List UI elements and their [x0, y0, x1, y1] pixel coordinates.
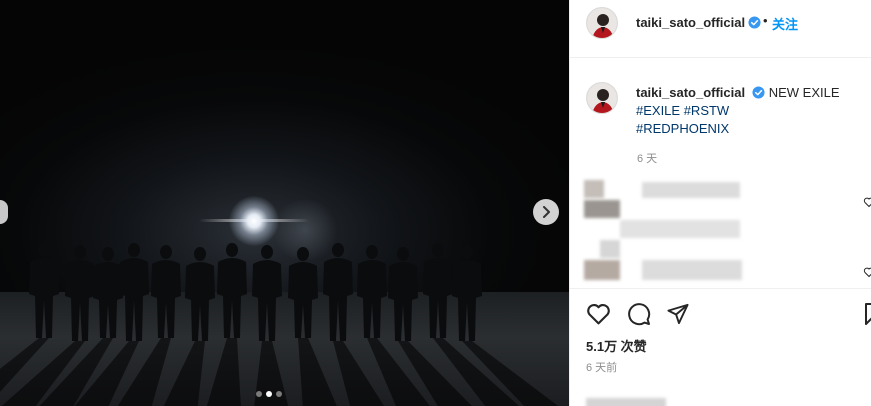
- person-body: [388, 262, 418, 341]
- person-body: [65, 260, 95, 341]
- verified-badge-icon: [752, 86, 765, 99]
- bookmark-icon[interactable]: [864, 302, 871, 326]
- username-link[interactable]: taiki_sato_official: [636, 15, 745, 30]
- avatar[interactable]: [586, 7, 618, 39]
- comment-text-blurred: [642, 182, 740, 198]
- next-slide-button[interactable]: [533, 199, 559, 225]
- person-body: [217, 258, 247, 338]
- comment-avatar-blurred: [584, 260, 620, 280]
- person-body: [29, 258, 59, 338]
- group-silhouettes: [0, 243, 559, 406]
- person-body: [423, 258, 453, 338]
- person-head: [461, 245, 473, 259]
- caption-text: taiki_sato_official NEW EXILE #EXILE #RS…: [636, 84, 871, 138]
- post-details-panel: taiki_sato_official • 关注 taiki_sato_offi…: [569, 0, 871, 406]
- hashtags-line-1[interactable]: #EXILE #RSTW: [636, 103, 729, 118]
- heart-icon[interactable]: [586, 302, 611, 325]
- post-timestamp: 6 天前: [586, 362, 618, 374]
- person-head: [261, 245, 273, 259]
- comment-avatar-blurred: [600, 240, 620, 258]
- avatar-image: [587, 83, 617, 113]
- comment-avatar-blurred: [584, 180, 604, 198]
- person-head: [194, 247, 206, 261]
- person-shadow: [206, 338, 241, 406]
- follow-button[interactable]: 关注: [772, 14, 798, 33]
- carousel-dot: [256, 391, 262, 397]
- chevron-right-icon: [543, 206, 550, 218]
- person-head: [397, 247, 409, 261]
- separator-dot: •: [763, 13, 768, 28]
- person-shadow: [298, 338, 337, 406]
- person-head: [38, 243, 50, 257]
- comment-item: [584, 178, 871, 238]
- person-head: [160, 245, 172, 259]
- comment-avatar-blurred: [584, 200, 620, 218]
- person-body: [452, 260, 482, 341]
- carousel-dots: [256, 391, 282, 397]
- comment-like-heart-icon[interactable]: [863, 266, 871, 278]
- carousel-dot-active: [266, 391, 272, 397]
- hashtags-line-2[interactable]: #REDPHOENIX: [636, 121, 729, 136]
- person-head: [102, 247, 114, 261]
- avatar[interactable]: [586, 82, 618, 114]
- caption-timestamp: 6 天: [637, 153, 658, 165]
- caption-username[interactable]: taiki_sato_official: [636, 85, 745, 100]
- avatar-image: [587, 8, 617, 38]
- person-body: [185, 262, 215, 341]
- comment-text-blurred: [642, 260, 742, 280]
- post-photo[interactable]: [0, 0, 569, 406]
- carousel-dot: [276, 391, 282, 397]
- person-body: [323, 258, 353, 341]
- person-body: [151, 260, 181, 338]
- person-head: [74, 245, 86, 259]
- person-head: [366, 245, 378, 259]
- comment-item: [584, 236, 871, 286]
- comment-bubble-icon[interactable]: [627, 302, 651, 326]
- caption-body: NEW EXILE: [768, 85, 840, 100]
- person-body: [119, 258, 149, 341]
- person-body: [357, 260, 387, 338]
- person-head: [128, 243, 140, 257]
- verified-badge-icon: [748, 16, 761, 29]
- person-body: [288, 262, 318, 338]
- person-head: [332, 243, 344, 257]
- paper-plane-icon[interactable]: [666, 302, 690, 325]
- person-head: [226, 243, 238, 257]
- comment-like-heart-icon[interactable]: [863, 196, 871, 208]
- likes-count[interactable]: 5.1万 次赞: [586, 336, 647, 355]
- person-head: [297, 247, 309, 261]
- person-shadow: [163, 341, 205, 406]
- post-actions: 5.1万 次赞 6 天前: [570, 288, 871, 406]
- person-body: [252, 260, 282, 341]
- post-header: taiki_sato_official • 关注: [570, 0, 871, 58]
- add-comment-input-blurred[interactable]: [586, 398, 666, 406]
- person-body: [93, 262, 123, 338]
- person-head: [432, 243, 444, 257]
